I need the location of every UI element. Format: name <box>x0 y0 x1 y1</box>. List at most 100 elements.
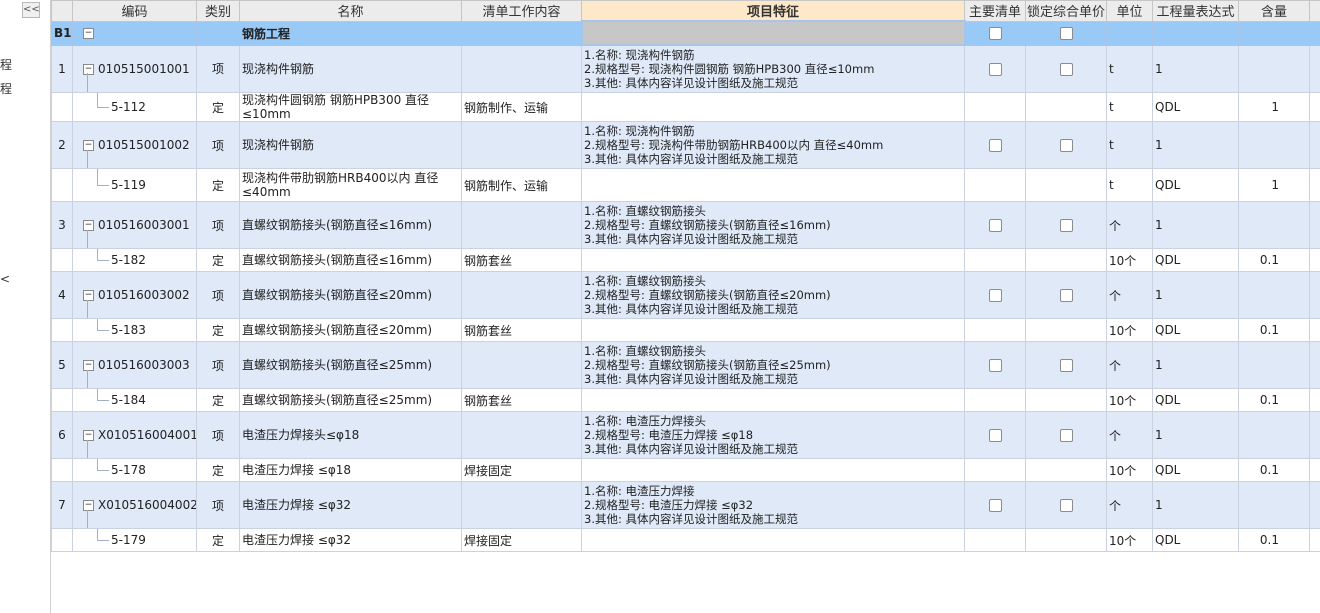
quantity-cell[interactable]: 0.1 <box>1238 458 1310 482</box>
collapse-icon[interactable]: − <box>83 290 94 301</box>
type-cell[interactable]: 项 <box>196 341 240 389</box>
section-unit-cell[interactable] <box>1106 20 1153 46</box>
unit-cell[interactable]: 个 <box>1106 341 1153 389</box>
bill-item-row[interactable]: 1−010515001001 项现浇构件钢筋 1.名称: 现浇构件钢筋 2.规格型号:… <box>51 44 1320 93</box>
features-cell[interactable]: 1.名称: 现浇构件钢筋 2.规格型号: 现浇构件带肋钢筋HRB400以内 直径≤… <box>581 121 965 169</box>
expression-cell[interactable]: 1 <box>1152 341 1239 389</box>
col-header-quantity[interactable]: 含量 <box>1238 0 1310 22</box>
type-cell[interactable]: 项 <box>196 44 240 93</box>
type-cell[interactable]: 定 <box>196 168 240 202</box>
lock-price-cell[interactable] <box>1025 458 1107 482</box>
work-content-cell[interactable]: 钢筋套丝 <box>461 318 582 342</box>
code-cell[interactable]: 5-178 <box>72 458 197 482</box>
lock-price-checkbox[interactable] <box>1059 499 1073 512</box>
section-main-list-cell[interactable] <box>964 20 1026 46</box>
quota-row[interactable]: 5-182 定直螺纹钢筋接头(钢筋直径≤16mm) 钢筋套丝 10个 QDL 0.1 <box>51 248 1320 272</box>
main-list-cell[interactable] <box>964 271 1026 319</box>
work-content-cell[interactable] <box>461 44 582 93</box>
work-content-cell[interactable] <box>461 341 582 389</box>
type-cell[interactable]: 定 <box>196 318 240 342</box>
collapse-panel-button[interactable]: << <box>22 2 40 18</box>
expression-cell[interactable]: QDL <box>1152 528 1239 552</box>
col-header-work-content[interactable]: 清单工作内容 <box>461 0 582 22</box>
work-content-cell[interactable] <box>461 201 582 249</box>
type-cell[interactable]: 项 <box>196 411 240 459</box>
lock-price-checkbox[interactable] <box>1059 289 1073 302</box>
quantity-cell[interactable] <box>1238 201 1310 249</box>
expression-cell[interactable]: 1 <box>1152 121 1239 169</box>
code-cell[interactable]: −010515001001 <box>72 44 197 93</box>
section-code-cell[interactable]: − <box>72 20 197 46</box>
unit-cell[interactable]: t <box>1106 92 1153 122</box>
col-header-index[interactable] <box>51 0 73 22</box>
expression-cell[interactable]: 1 <box>1152 411 1239 459</box>
unit-cell[interactable]: t <box>1106 44 1153 93</box>
name-cell[interactable]: 电渣压力焊接 ≤φ32 <box>239 481 462 529</box>
main-list-checkbox[interactable] <box>988 499 1002 512</box>
expression-cell[interactable]: QDL <box>1152 318 1239 342</box>
unit-cell[interactable]: 10个 <box>1106 318 1153 342</box>
col-header-unit[interactable]: 单位 <box>1106 0 1153 22</box>
type-cell[interactable]: 定 <box>196 248 240 272</box>
code-cell[interactable]: 5-179 <box>72 528 197 552</box>
main-list-cell[interactable] <box>964 44 1026 93</box>
lock-price-cell[interactable] <box>1025 168 1107 202</box>
lock-price-cell[interactable] <box>1025 201 1107 249</box>
main-list-checkbox[interactable] <box>988 219 1002 232</box>
bill-item-row[interactable]: 2−010515001002 项现浇构件钢筋 1.名称: 现浇构件钢筋 2.规格型号:… <box>51 121 1320 169</box>
code-cell[interactable]: −010516003003 <box>72 341 197 389</box>
name-cell[interactable]: 电渣压力焊接 ≤φ18 <box>239 458 462 482</box>
section-name[interactable]: 钢筋工程 <box>239 20 462 46</box>
name-cell[interactable]: 直螺纹钢筋接头(钢筋直径≤25mm) <box>239 341 462 389</box>
col-header-features[interactable]: 项目特征 <box>581 0 965 22</box>
name-cell[interactable]: 直螺纹钢筋接头(钢筋直径≤20mm) <box>239 318 462 342</box>
main-list-cell[interactable] <box>964 318 1026 342</box>
lock-price-cell[interactable] <box>1025 481 1107 529</box>
main-list-checkbox[interactable] <box>988 27 1002 40</box>
unit-cell[interactable]: 个 <box>1106 271 1153 319</box>
name-cell[interactable]: 电渣压力焊接 ≤φ32 <box>239 528 462 552</box>
name-cell[interactable]: 现浇构件钢筋 <box>239 44 462 93</box>
name-cell[interactable]: 现浇构件带肋钢筋HRB400以内 直径≤40mm <box>239 168 462 202</box>
bill-item-row[interactable]: 4−010516003002 项直螺纹钢筋接头(钢筋直径≤20mm) 1.名称: 直… <box>51 271 1320 319</box>
lock-price-checkbox[interactable] <box>1059 27 1073 40</box>
quota-row[interactable]: 5-178 定电渣压力焊接 ≤φ18 焊接固定 10个 QDL 0.1 <box>51 458 1320 482</box>
code-cell[interactable]: 5-184 <box>72 388 197 412</box>
type-cell[interactable]: 项 <box>196 481 240 529</box>
main-list-cell[interactable] <box>964 248 1026 272</box>
col-header-type[interactable]: 类别 <box>196 0 240 22</box>
quantity-cell[interactable]: 0.1 <box>1238 388 1310 412</box>
collapse-icon[interactable]: − <box>83 140 94 151</box>
work-content-cell[interactable] <box>461 481 582 529</box>
lock-price-cell[interactable] <box>1025 341 1107 389</box>
quantity-cell[interactable]: 1 <box>1238 92 1310 122</box>
expression-cell[interactable]: QDL <box>1152 388 1239 412</box>
main-list-cell[interactable] <box>964 388 1026 412</box>
unit-cell[interactable]: 个 <box>1106 411 1153 459</box>
expression-cell[interactable]: QDL <box>1152 92 1239 122</box>
main-list-checkbox[interactable] <box>988 289 1002 302</box>
work-content-cell[interactable]: 钢筋制作、运输 <box>461 168 582 202</box>
unit-cell[interactable]: 10个 <box>1106 528 1153 552</box>
quantity-cell[interactable] <box>1238 341 1310 389</box>
col-header-lock-price[interactable]: 锁定综合单价 <box>1025 0 1107 22</box>
collapse-icon[interactable]: − <box>83 360 94 371</box>
unit-cell[interactable]: t <box>1106 168 1153 202</box>
lock-price-cell[interactable] <box>1025 271 1107 319</box>
col-header-code[interactable]: 编码 <box>72 0 197 22</box>
code-cell[interactable]: −010516003002 <box>72 271 197 319</box>
code-cell[interactable]: −010515001002 <box>72 121 197 169</box>
work-content-cell[interactable] <box>461 271 582 319</box>
quota-row[interactable]: 5-183 定直螺纹钢筋接头(钢筋直径≤20mm) 钢筋套丝 10个 QDL 0.1 <box>51 318 1320 342</box>
type-cell[interactable]: 项 <box>196 201 240 249</box>
work-content-cell[interactable]: 钢筋制作、运输 <box>461 92 582 122</box>
main-list-checkbox[interactable] <box>988 62 1002 76</box>
work-content-cell[interactable]: 焊接固定 <box>461 458 582 482</box>
name-cell[interactable]: 直螺纹钢筋接头(钢筋直径≤25mm) <box>239 388 462 412</box>
quantity-cell[interactable] <box>1238 271 1310 319</box>
work-content-cell[interactable]: 钢筋套丝 <box>461 388 582 412</box>
lock-price-cell[interactable] <box>1025 388 1107 412</box>
features-cell[interactable]: 1.名称: 直螺纹钢筋接头 2.规格型号: 直螺纹钢筋接头(钢筋直径≤20mm) 3… <box>581 271 965 319</box>
work-content-cell[interactable]: 钢筋套丝 <box>461 248 582 272</box>
work-content-cell[interactable]: 焊接固定 <box>461 528 582 552</box>
